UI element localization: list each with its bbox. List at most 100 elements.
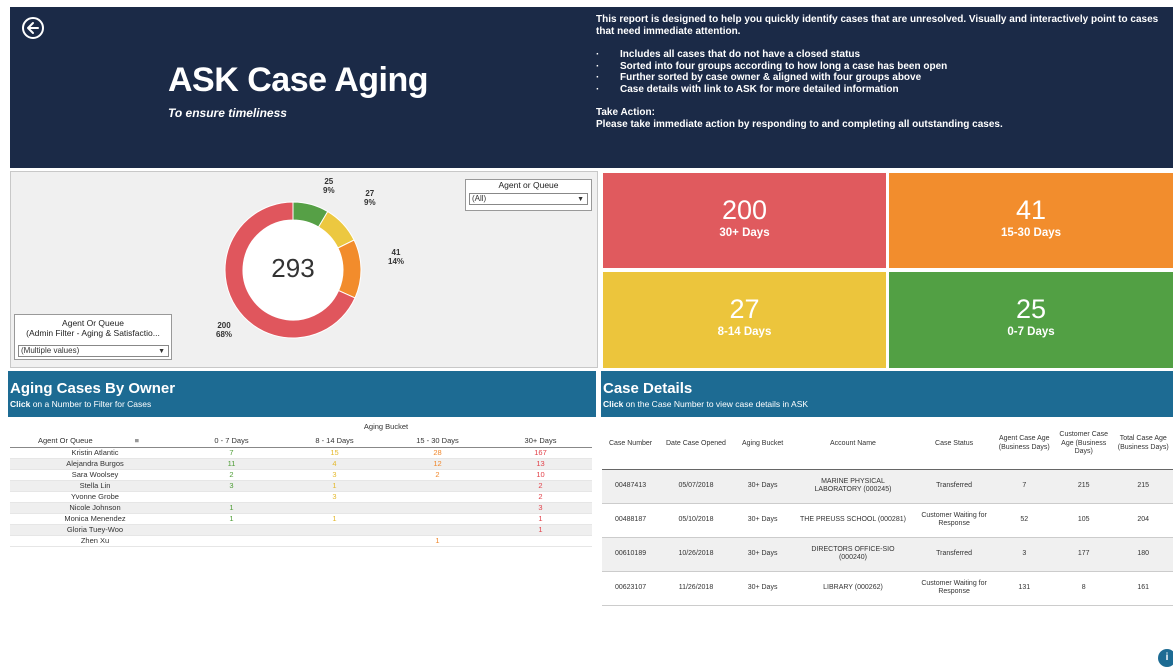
- owner-name: Gloria Tuey-Woo: [10, 524, 180, 536]
- owner-name: Kristin Atlantic: [10, 447, 180, 459]
- owner-row: Yvonne Grobe 3 2: [10, 491, 592, 503]
- count-0-7[interactable]: 2: [180, 469, 283, 481]
- col-header[interactable]: 15 - 30 Days: [386, 435, 489, 448]
- kpi-label: 15-30 Days: [1000, 227, 1062, 239]
- count-0-7[interactable]: 7: [180, 447, 283, 459]
- case-status: Customer Waiting for Response: [913, 571, 995, 606]
- case-section-header: Case Details Click on the Case Number to…: [601, 371, 1173, 417]
- report-description: This report is designed to help you quic…: [596, 14, 1173, 130]
- count-0-7[interactable]: [180, 491, 283, 503]
- customer-case-age: 177: [1054, 537, 1114, 572]
- report-header: ASK Case Aging To ensure timeliness This…: [10, 7, 1173, 168]
- owner-name: Nicole Johnson: [10, 502, 180, 514]
- col-customer-age[interactable]: Customer Case Age (Business Days): [1054, 419, 1114, 470]
- case-row: 00487413 05/07/2018 30+ Days MARINE PHYSICA…: [602, 469, 1173, 504]
- col-header[interactable]: 30+ Days: [489, 435, 592, 448]
- kpi-tile-15-30[interactable]: 41 15-30 Days: [889, 173, 1173, 268]
- kpi-tile-0-7[interactable]: 25 0-7 Days: [889, 272, 1173, 368]
- section-title: Case Details: [603, 380, 693, 397]
- date-opened: 05/07/2018: [659, 469, 733, 504]
- count-15-30[interactable]: 1: [386, 535, 489, 547]
- count-30plus[interactable]: 1: [489, 513, 592, 525]
- count-0-7[interactable]: 11: [180, 458, 283, 470]
- count-15-30[interactable]: [386, 480, 489, 492]
- col-total-age[interactable]: Total Case Age (Business Days): [1113, 419, 1173, 470]
- count-8-14[interactable]: [283, 535, 386, 547]
- count-8-14[interactable]: 4: [283, 458, 386, 470]
- owner-row: Alejandra Burgos 11 4 12 13: [10, 458, 592, 470]
- dropdown-caret-icon: ▼: [158, 348, 165, 355]
- feature-item: Includes all cases that do not have a cl…: [596, 49, 1173, 61]
- case-number-link[interactable]: 00488187: [602, 503, 660, 538]
- count-15-30[interactable]: 28: [386, 447, 489, 459]
- aging-bucket: 30+ Days: [732, 537, 793, 572]
- col-agent-age[interactable]: Agent Case Age (Business Days): [994, 419, 1054, 470]
- count-15-30[interactable]: 2: [386, 469, 489, 481]
- owner-row: Kristin Atlantic 7 15 28 167: [10, 447, 592, 459]
- count-30plus[interactable]: 13: [489, 458, 592, 470]
- col-case-status[interactable]: Case Status: [913, 419, 995, 470]
- feature-item: Further sorted by case owner & aligned w…: [596, 72, 1173, 84]
- segment-label-15-30: 41 14%: [388, 248, 404, 266]
- feature-list: Includes all cases that do not have a cl…: [596, 49, 1173, 95]
- col-aging-bucket[interactable]: Aging Bucket: [732, 419, 793, 470]
- count-0-7[interactable]: [180, 524, 283, 536]
- count-15-30[interactable]: 12: [386, 458, 489, 470]
- count-8-14[interactable]: [283, 502, 386, 514]
- filter-subtitle: (Admin Filter - Aging & Satisfactio...: [26, 328, 160, 338]
- case-number-link[interactable]: 00487413: [602, 469, 660, 504]
- agent-or-queue-select[interactable]: (All) ▼: [469, 193, 588, 205]
- count-0-7[interactable]: 3: [180, 480, 283, 492]
- col-case-number[interactable]: Case Number: [602, 419, 660, 470]
- date-opened: 10/26/2018: [659, 537, 733, 572]
- case-number-link[interactable]: 00623107: [602, 571, 660, 606]
- back-button[interactable]: [22, 17, 44, 39]
- count-8-14[interactable]: 3: [283, 469, 386, 481]
- customer-case-age: 215: [1054, 469, 1114, 504]
- total-case-age: 180: [1113, 537, 1173, 572]
- agent-or-queue-filter: Agent or Queue (All) ▼: [465, 179, 592, 211]
- col-owner-header[interactable]: Agent Or Queue ≡: [10, 435, 180, 448]
- count-8-14[interactable]: 1: [283, 480, 386, 492]
- kpi-label: 8-14 Days: [717, 326, 772, 338]
- count-15-30[interactable]: [386, 513, 489, 525]
- count-15-30[interactable]: [386, 502, 489, 514]
- date-opened: 05/10/2018: [659, 503, 733, 538]
- count-30plus[interactable]: 3: [489, 502, 592, 514]
- count-15-30[interactable]: [386, 491, 489, 503]
- count-30plus[interactable]: 2: [489, 491, 592, 503]
- sort-icon[interactable]: ≡: [135, 436, 139, 445]
- count-0-7[interactable]: 1: [180, 513, 283, 525]
- count-8-14[interactable]: 15: [283, 447, 386, 459]
- account-name: THE PREUSS SCHOOL (000281): [792, 503, 914, 538]
- col-header[interactable]: 0 - 7 Days: [180, 435, 283, 448]
- admin-agent-select[interactable]: (Multiple values) ▼: [18, 345, 169, 357]
- count-8-14[interactable]: 3: [283, 491, 386, 503]
- case-number-link[interactable]: 00610189: [602, 537, 660, 572]
- owner-name: Monica Menendez: [10, 513, 180, 525]
- filter-value: (All): [472, 194, 487, 203]
- col-account-name[interactable]: Account Name: [792, 419, 914, 470]
- count-30plus[interactable]: 1: [489, 524, 592, 536]
- kpi-count: 41: [1015, 195, 1047, 225]
- count-30plus[interactable]: 10: [489, 469, 592, 481]
- case-details-table: Case Number Date Case Opened Aging Bucke…: [602, 419, 1173, 606]
- col-date-opened[interactable]: Date Case Opened: [659, 419, 733, 470]
- count-8-14[interactable]: 1: [283, 513, 386, 525]
- count-30plus[interactable]: 167: [489, 447, 592, 459]
- dashboard-subtitle: To ensure timeliness: [168, 106, 287, 120]
- count-30plus[interactable]: 2: [489, 480, 592, 492]
- segment-count: 200: [217, 321, 231, 330]
- owner-name: Sara Woolsey: [10, 469, 180, 481]
- count-0-7[interactable]: [180, 535, 283, 547]
- account-name: MARINE PHYSICAL LABORATORY (000245): [792, 469, 914, 504]
- segment-percent: 14%: [388, 257, 405, 266]
- count-15-30[interactable]: [386, 524, 489, 536]
- count-30plus[interactable]: [489, 535, 592, 547]
- kpi-tile-30plus[interactable]: 200 30+ Days: [603, 173, 886, 268]
- count-8-14[interactable]: [283, 524, 386, 536]
- kpi-tile-8-14[interactable]: 27 8-14 Days: [603, 272, 886, 368]
- count-0-7[interactable]: 1: [180, 502, 283, 514]
- col-header[interactable]: 8 - 14 Days: [283, 435, 386, 448]
- help-button[interactable]: i: [1158, 649, 1173, 667]
